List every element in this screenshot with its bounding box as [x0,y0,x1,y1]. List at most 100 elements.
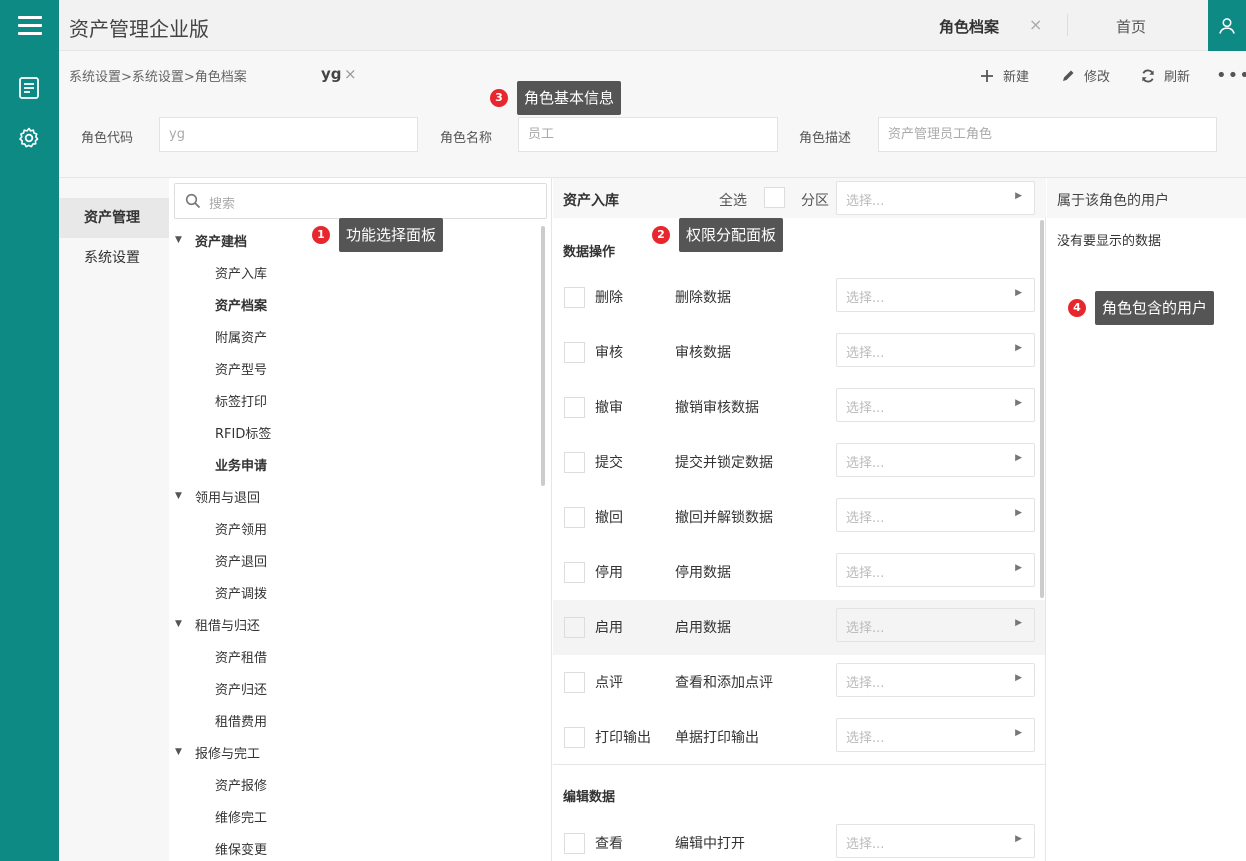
tree-item[interactable]: 资产归还 [215,679,267,698]
users-header: 属于该角色的用户 [1047,178,1246,218]
edit-button[interactable]: 修改 [1060,66,1110,85]
permission-row: 撤审 撤销审核数据 选择... ▶ [553,380,1045,435]
permission-row: 删除 删除数据 选择... ▶ [553,270,1045,325]
callout-role-users: 4 角色包含的用户 [1068,291,1215,325]
callout-number: 1 [312,226,330,244]
edit-label: 修改 [1084,70,1111,85]
permission-select[interactable]: 选择... ▶ [836,498,1035,532]
tree-item[interactable]: 租借费用 [215,711,267,730]
caret-down-icon[interactable]: ▼ [175,619,182,629]
select-placeholder: 选择... [846,676,885,691]
permission-checkbox[interactable] [564,562,585,583]
tree-group[interactable]: 领用与退回 [195,487,260,506]
tree-item[interactable]: 资产型号 [215,359,267,378]
search-placeholder: 搜索 [209,197,236,212]
callout-role-info: 3 角色基本信息 [490,81,622,115]
chevron-right-icon: ▶ [1015,834,1022,844]
permission-select[interactable]: 选择... ▶ [836,333,1035,367]
permission-desc: 单据打印输出 [675,730,759,746]
role-name-label: 角色名称 [440,131,493,146]
tree-item[interactable]: 维修完工 [215,807,267,826]
user-button[interactable] [1208,0,1246,51]
tree-item[interactable]: 标签打印 [215,391,267,410]
module-sidebar: 资产管理 系统设置 [59,178,169,861]
tree-item[interactable]: 附属资产 [215,327,267,346]
breadcrumb-bar: 系统设置>系统设置>角色档案 yg × 新建 修改 刷新 ••• [59,51,1246,96]
pencil-icon [1063,70,1074,81]
permission-select[interactable]: 选择... ▶ [836,608,1035,642]
permission-checkbox[interactable] [564,833,585,854]
permission-header: 资产入库 全选 分区 选择... ▶ [553,178,1046,218]
permission-select[interactable]: 选择... ▶ [836,388,1035,422]
permission-select[interactable]: 选择... ▶ [836,553,1035,587]
permission-select[interactable]: 选择... ▶ [836,278,1035,312]
menu-icon[interactable] [0,0,59,51]
role-desc-label: 角色描述 [799,131,852,146]
permission-checkbox[interactable] [564,672,585,693]
module-asset-management[interactable]: 资产管理 [59,198,169,238]
gear-icon[interactable] [17,126,41,150]
permission-checkbox[interactable] [564,397,585,418]
tree-item[interactable]: 资产报修 [215,775,267,794]
permission-row: 审核 审核数据 选择... ▶ [553,325,1045,380]
tree-group[interactable]: 资产建档 [195,231,247,250]
tree-item[interactable]: 资产档案 [215,295,267,314]
tree-item[interactable]: 资产调拨 [215,583,267,602]
function-tree-panel: 搜索 ▼ 资产建档 资产入库 资产档案 附属资产 资产型号 标签打印 RFID标… [169,178,552,861]
permission-scrollbar[interactable] [1040,220,1044,598]
search-icon [185,193,201,209]
permission-desc: 查看和添加点评 [675,675,773,691]
permission-row: 点评 查看和添加点评 选择... ▶ [553,655,1045,710]
permission-checkbox[interactable] [564,617,585,638]
permission-checkbox[interactable] [564,452,585,473]
tree-item[interactable]: RFID标签 [215,423,271,442]
tree-item[interactable]: 资产退回 [215,551,267,570]
module-system-settings[interactable]: 系统设置 [59,238,169,278]
tab-close-icon[interactable]: × [1029,15,1042,34]
tree-item[interactable]: 业务申请 [215,455,267,474]
permission-desc: 删除数据 [675,290,731,306]
new-button[interactable]: 新建 [979,66,1029,85]
caret-down-icon[interactable]: ▼ [175,235,182,245]
tree-group[interactable]: 租借与归还 [195,615,260,634]
permission-select[interactable]: 选择... ▶ [836,718,1035,752]
select-all-checkbox[interactable] [764,187,785,208]
permission-desc: 撤回并解锁数据 [675,510,773,526]
permission-checkbox[interactable] [564,507,585,528]
tree-item[interactable]: 资产租借 [215,647,267,666]
doc-close-icon[interactable]: × [344,65,357,83]
search-input[interactable]: 搜索 [174,183,547,219]
role-desc-field[interactable]: 资产管理员工角色 [878,117,1217,152]
role-code-label: 角色代码 [81,131,134,146]
caret-down-icon[interactable]: ▼ [175,747,182,757]
partition-select[interactable]: 选择... ▶ [836,181,1035,215]
select-placeholder: 选择... [846,837,885,852]
permission-checkbox[interactable] [564,342,585,363]
tab-role-archive[interactable]: 角色档案 [939,16,999,37]
permission-select[interactable]: 选择... ▶ [836,824,1035,858]
select-placeholder: 选择... [846,511,885,526]
select-placeholder: 选择... [846,194,885,209]
permission-row: 停用 停用数据 选择... ▶ [553,545,1045,600]
permission-checkbox[interactable] [564,727,585,748]
tab-divider [1067,14,1068,36]
tab-home[interactable]: 首页 [1116,16,1146,37]
caret-down-icon[interactable]: ▼ [175,491,182,501]
tree-item[interactable]: 维保变更 [215,839,267,858]
refresh-button[interactable]: 刷新 [1140,66,1190,85]
permission-select[interactable]: 选择... ▶ [836,663,1035,697]
tree-scrollbar[interactable] [541,226,545,486]
tree-item[interactable]: 资产领用 [215,519,267,538]
doc-tag[interactable]: yg [321,65,342,83]
role-name-field[interactable]: 员工 [518,117,778,152]
select-placeholder: 选择... [846,401,885,416]
more-icon[interactable]: ••• [1216,65,1246,86]
role-code-field[interactable]: yg [159,117,418,152]
document-icon[interactable] [17,76,41,100]
tree-item[interactable]: 资产入库 [215,263,267,282]
permission-op: 启用 [595,620,623,636]
top-bar: 资产管理企业版 角色档案 × 首页 [59,0,1246,51]
permission-select[interactable]: 选择... ▶ [836,443,1035,477]
permission-checkbox[interactable] [564,287,585,308]
tree-group[interactable]: 报修与完工 [195,743,260,762]
